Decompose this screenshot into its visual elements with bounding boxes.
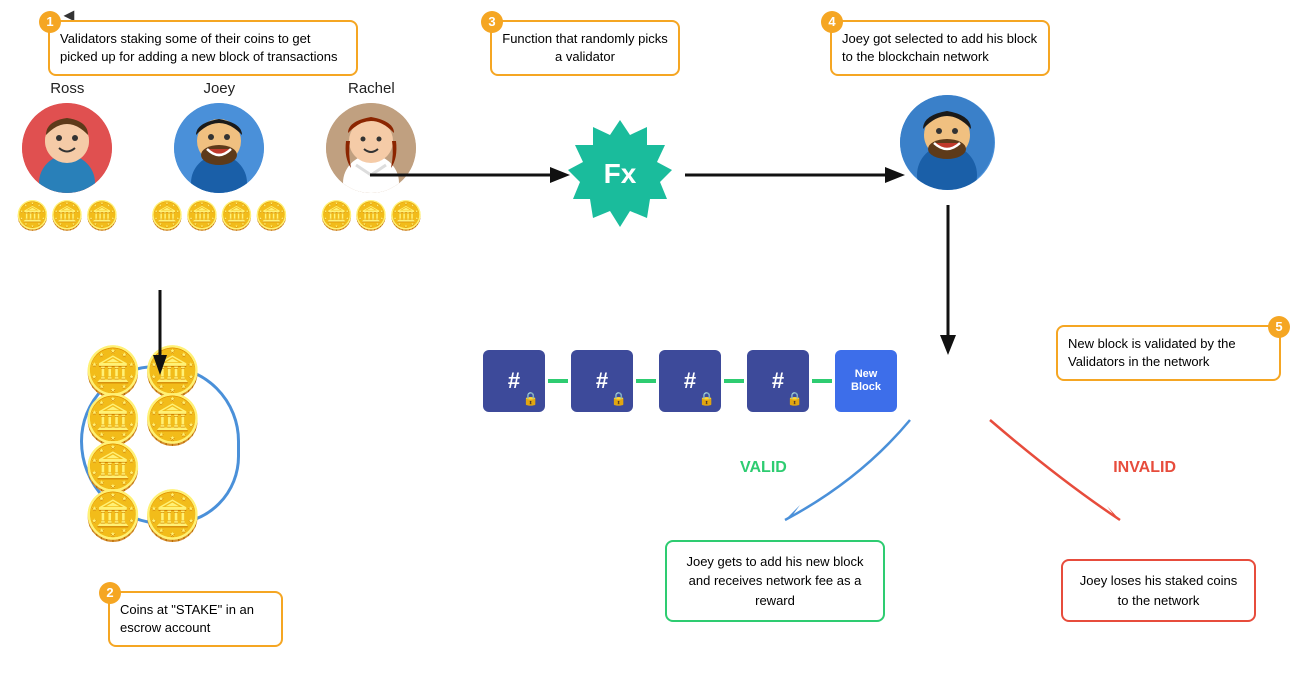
new-block: NewBlock — [835, 350, 897, 412]
block-lock-3: 🔒 — [699, 391, 715, 407]
block-hash-2: # — [596, 368, 608, 394]
step5-callout: 5 New block is validated by the Validato… — [1056, 325, 1281, 381]
valid-label: VALID — [740, 459, 787, 477]
outcome-valid-text: Joey gets to add his new block and recei… — [686, 554, 863, 608]
block-hash-4: # — [772, 368, 784, 394]
step3-badge: 3 — [481, 11, 503, 33]
step4-badge: 4 — [821, 11, 843, 33]
person-rachel: Rachel � — [319, 80, 424, 232]
joey-selected-avatar — [900, 95, 995, 190]
svg-text:Fx: Fx — [604, 158, 637, 189]
ross-label: Ross — [50, 80, 84, 97]
blockchain-row: # 🔒 # 🔒 # 🔒 # 🔒 NewBlock — [480, 350, 900, 412]
step2-badge: 2 — [99, 582, 121, 604]
ross-avatar — [22, 103, 112, 193]
new-block-label: NewBlock — [851, 368, 881, 394]
rachel-label: Rachel — [348, 80, 395, 97]
block-connector-3 — [724, 379, 744, 383]
person-group: Ross 🪙🪙🪙 — [15, 80, 424, 232]
outcome-invalid-box: Joey loses his staked coins to the netwo… — [1061, 559, 1256, 622]
block-3: # 🔒 — [659, 350, 721, 412]
step4-callout: 4 Joey got selected to add his block to … — [830, 20, 1050, 76]
step4-text: Joey got selected to add his block to th… — [842, 31, 1037, 64]
step1-callout: 1 Validators staking some of their coins… — [48, 20, 358, 76]
step3-text: Function that randomly picks a validator — [502, 31, 667, 64]
fx-function-block: Fx — [560, 115, 680, 235]
step1-text: Validators staking some of their coins t… — [60, 31, 338, 64]
outcome-invalid-text: Joey loses his staked coins to the netwo… — [1080, 573, 1238, 608]
joey-coins: 🪙🪙🪙🪙 — [150, 199, 289, 232]
block-lock-2: 🔒 — [611, 391, 627, 407]
outcome-valid-box: Joey gets to add his new block and recei… — [665, 540, 885, 623]
staked-coins: 🪙🪙🪙🪙🪙🪙🪙 — [80, 365, 240, 525]
step1-badge: 1 — [39, 11, 61, 33]
joey-avatar — [174, 103, 264, 193]
step2-text: Coins at "STAKE" in an escrow account — [120, 602, 254, 635]
step3-callout: 3 Function that randomly picks a validat… — [490, 20, 680, 76]
step2-callout: 2 Coins at "STAKE" in an escrow account — [108, 591, 283, 647]
person-ross: Ross 🪙🪙🪙 — [15, 80, 120, 232]
invalid-label: INVALID — [1113, 459, 1176, 477]
block-2: # 🔒 — [571, 350, 633, 412]
block-connector-2 — [636, 379, 656, 383]
block-connector-4 — [812, 379, 832, 383]
block-lock-1: 🔒 — [523, 391, 539, 407]
block-connector-1 — [548, 379, 568, 383]
block-hash-1: # — [508, 368, 520, 394]
block-1: # 🔒 — [483, 350, 545, 412]
ross-coins: 🪙🪙🪙 — [15, 199, 120, 232]
step5-text: New block is validated by the Validators… — [1068, 336, 1236, 369]
block-lock-4: 🔒 — [787, 391, 803, 407]
person-joey: Joey 🪙🪙🪙🪙 — [150, 80, 289, 232]
joey-label: Joey — [203, 80, 235, 97]
block-4: # 🔒 — [747, 350, 809, 412]
block-hash-3: # — [684, 368, 696, 394]
rachel-coins: 🪙🪙🪙 — [319, 199, 424, 232]
rachel-avatar — [326, 103, 416, 193]
diagram-container: ◄ 1 Validators staking some of their coi… — [0, 0, 1291, 677]
step5-badge: 5 — [1268, 316, 1290, 338]
